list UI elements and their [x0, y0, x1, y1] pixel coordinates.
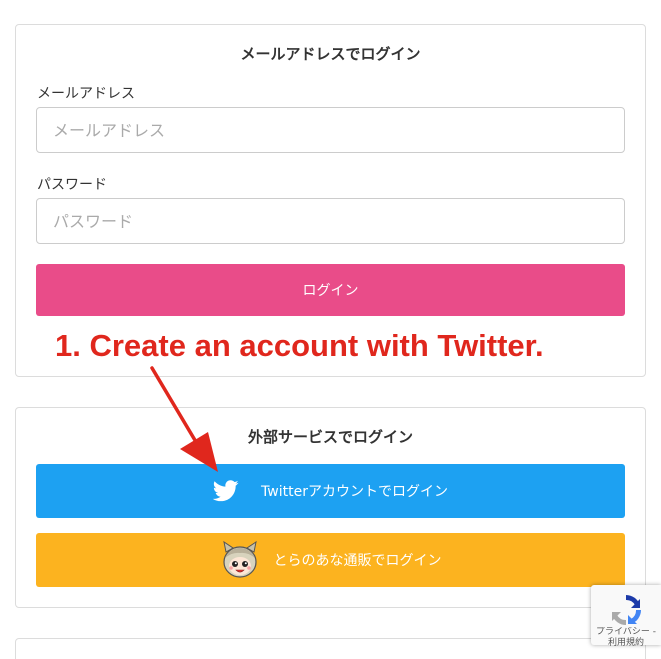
external-login-title: 外部サービスでログイン	[247, 428, 413, 446]
external-login-card: 外部サービスでログイン Twitterアカウントでログイン とらのあな通販でログ…	[15, 407, 646, 608]
login-button-label: ログイン	[302, 283, 359, 299]
toranoana-login-label: とらのあな通販でログイン	[273, 553, 442, 569]
twitter-login-button[interactable]: Twitterアカウントでログイン	[36, 464, 625, 518]
email-login-title: メールアドレスでログイン	[240, 45, 421, 63]
twitter-login-label: Twitterアカウントでログイン	[261, 484, 448, 500]
email-input[interactable]	[36, 107, 625, 153]
recaptcha-links: プライバシー - 利用規約	[591, 627, 661, 649]
recaptcha-privacy-link[interactable]: プライバシー	[596, 627, 650, 637]
toranoana-login-button[interactable]: とらのあな通販でログイン	[36, 533, 625, 587]
password-label: パスワード	[37, 177, 107, 193]
login-button[interactable]: ログイン	[36, 264, 625, 316]
email-login-card: メールアドレスでログイン メールアドレス パスワード ログイン	[15, 24, 646, 377]
twitter-bird-icon	[213, 480, 239, 502]
password-input[interactable]	[36, 198, 625, 244]
recaptcha-terms-link[interactable]: 利用規約	[608, 638, 644, 648]
recaptcha-badge[interactable]: プライバシー - 利用規約	[591, 585, 661, 648]
email-label: メールアドレス	[37, 86, 135, 102]
login-page: メールアドレスでログイン メールアドレス パスワード ログイン 外部サービスでロ…	[0, 0, 661, 659]
recaptcha-separator: -	[652, 627, 656, 637]
annotation-text: 1. Create an account with Twitter.	[55, 328, 544, 363]
next-card	[15, 638, 646, 659]
toranoana-mascot-icon	[220, 540, 260, 580]
